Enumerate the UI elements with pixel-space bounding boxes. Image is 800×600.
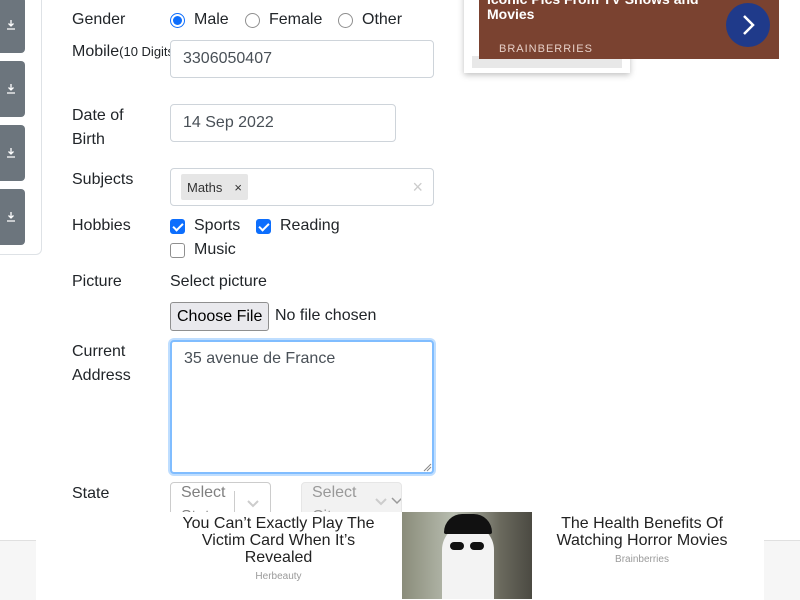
state-label: State [72, 485, 110, 502]
bottom-ad-container: You Can’t Exactly Play The Victim Card W… [36, 512, 764, 600]
hobby-checkbox-sports[interactable]: Sports [170, 214, 240, 238]
checkbox-indicator[interactable] [256, 218, 271, 234]
file-status: No file chosen [275, 307, 377, 324]
hobby-label: Reading [280, 217, 340, 234]
chevron-down-icon[interactable] [246, 496, 260, 510]
top-ad-card[interactable]: Iconic Pics From TV Shows and Movies BRA… [479, 0, 779, 59]
address-label-line2: Address [72, 367, 131, 384]
top-ad-brand: BRAINBERRIES [499, 43, 593, 55]
dob-label-line2: Birth [72, 131, 105, 148]
bottom-ad-left-source: Herbeauty [255, 571, 302, 582]
gender-radio-male[interactable]: Male [170, 8, 229, 32]
dob-label: Date of Birth [72, 104, 124, 152]
address-label-line1: Current [72, 343, 126, 360]
download-icon [6, 212, 15, 222]
chip-remove-icon[interactable]: × [228, 180, 248, 195]
checkbox-indicator[interactable] [170, 218, 185, 234]
current-address-textarea[interactable]: 35 avenue de France [170, 340, 434, 474]
checkbox-indicator[interactable] [170, 242, 185, 258]
sidebar-download-button-4[interactable] [0, 189, 25, 245]
mobile-label-text: Mobile [72, 43, 120, 60]
hobbies-label: Hobbies [72, 217, 131, 234]
bottom-ad-left[interactable]: You Can’t Exactly Play The Victim Card W… [176, 515, 381, 582]
bottom-ad-left-title: You Can’t Exactly Play The Victim Card W… [182, 515, 375, 566]
select-separator [234, 491, 235, 513]
ghost-sheet-shape [442, 524, 494, 599]
bottom-ad-right-source: Brainberries [615, 554, 669, 565]
gender-label: Gender [72, 11, 126, 28]
mobile-input[interactable]: 3306050407 [170, 40, 434, 78]
sidebar-download-button-2[interactable] [0, 61, 25, 117]
gender-option-label: Female [269, 11, 323, 28]
top-ad-next-button[interactable] [726, 3, 770, 47]
subject-chip-label: Maths [187, 179, 223, 195]
subjects-label: Subjects [72, 171, 134, 188]
hobby-checkbox-music[interactable]: Music [170, 238, 236, 262]
radio-indicator[interactable] [170, 12, 185, 28]
resize-handle-icon[interactable] [423, 463, 432, 472]
gender-option-label: Other [362, 11, 403, 28]
dob-label-line1: Date of [72, 107, 124, 124]
gender-radio-other[interactable]: Other [338, 8, 402, 32]
subjects-input[interactable]: Maths × × [170, 168, 434, 206]
hobby-checkbox-reading[interactable]: Reading [256, 214, 340, 238]
radio-indicator[interactable] [245, 12, 260, 28]
chevron-down-icon [391, 497, 401, 505]
chevron-down-icon [375, 498, 387, 506]
current-address-label: Current Address [72, 340, 131, 388]
gender-radio-female[interactable]: Female [245, 8, 322, 32]
download-icon [6, 84, 15, 94]
sidebar-download-button-3[interactable] [0, 125, 25, 181]
download-icon [6, 20, 15, 30]
sunglass-left-shape [450, 542, 464, 550]
sunglass-right-shape [470, 542, 484, 550]
hobby-label: Sports [194, 217, 241, 234]
sidebar-download-button-1[interactable] [0, 0, 25, 53]
choose-file-button[interactable]: Choose File [170, 302, 270, 331]
download-icon [6, 148, 15, 158]
clear-icon[interactable]: × [412, 177, 423, 198]
radio-indicator[interactable] [338, 12, 353, 28]
bottom-ad-image[interactable] [402, 512, 532, 599]
cap-shape [444, 514, 492, 534]
date-of-birth-input[interactable]: 14 Sep 2022 [170, 104, 396, 142]
select-picture-label: Select picture [170, 273, 267, 290]
bottom-ad-right[interactable]: The Health Benefits Of Watching Horror M… [548, 515, 736, 565]
subject-chip: Maths × [181, 174, 248, 200]
bottom-ad-right-title: The Health Benefits Of Watching Horror M… [556, 515, 728, 549]
hobby-label: Music [194, 241, 236, 258]
gender-option-label: Male [194, 11, 229, 28]
top-ad-title: Iconic Pics From TV Shows and Movies [487, 0, 699, 22]
picture-label: Picture [72, 273, 122, 290]
chevron-right-icon [743, 15, 755, 35]
